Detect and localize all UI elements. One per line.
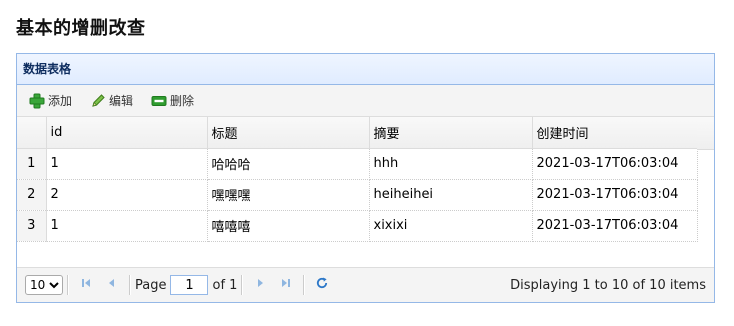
page-count-label: of 1	[212, 277, 238, 293]
cell-id: 2	[46, 179, 208, 211]
last-page-icon	[280, 277, 292, 293]
row-number: 2	[17, 179, 47, 211]
first-page-button[interactable]	[73, 274, 99, 296]
cell-title: 嘿嘿嘿	[207, 179, 370, 211]
table-row[interactable]: 1 1 哈哈哈 hhh 2021-03-17T06:03:04	[17, 148, 698, 180]
delete-button[interactable]: 删除	[147, 90, 198, 112]
add-icon	[29, 93, 45, 109]
data-grid: id 标题 摘要 创建时间 1 1 哈哈哈 hhh 2021-03-17T06:…	[17, 117, 714, 268]
prev-page-icon	[106, 277, 118, 293]
row-number: 3	[17, 210, 47, 242]
last-page-button[interactable]	[273, 274, 299, 296]
table-row[interactable]: 2 2 嘿嘿嘿 heiheihei 2021-03-17T06:03:04	[17, 179, 698, 211]
table-header-row: id 标题 摘要 创建时间	[17, 117, 698, 149]
row-number: 1	[17, 148, 47, 180]
column-header-summary[interactable]: 摘要	[369, 117, 533, 149]
page-title: 基本的增删改查	[16, 18, 146, 39]
edit-button[interactable]: 编辑	[86, 90, 137, 112]
toolbar: 添加 编辑 删除	[17, 85, 714, 117]
cell-summary: hhh	[369, 148, 533, 180]
cell-summary: xixixi	[369, 210, 533, 242]
page-label: Page	[135, 277, 167, 293]
cell-created: 2021-03-17T06:03:04	[532, 148, 698, 180]
cell-id: 1	[46, 148, 208, 180]
cell-title: 嘻嘻嘻	[207, 210, 370, 242]
next-page-icon	[254, 277, 266, 293]
add-label: 添加	[48, 94, 73, 108]
pager-separator	[303, 275, 306, 295]
cell-created: 2021-03-17T06:03:04	[532, 210, 698, 242]
cell-title: 哈哈哈	[207, 148, 370, 180]
column-header-id[interactable]: id	[46, 117, 208, 149]
column-header-title[interactable]: 标题	[207, 117, 370, 149]
remove-icon	[151, 93, 167, 109]
pencil-icon	[90, 93, 106, 109]
cell-summary: heiheihei	[369, 179, 533, 211]
add-button[interactable]: 添加	[25, 90, 76, 112]
refresh-icon	[315, 276, 329, 294]
delete-label: 删除	[170, 94, 195, 108]
cell-id: 1	[46, 210, 208, 242]
datagrid-panel: 数据表格 添加 编辑 删除 id 标题 摘要 创建时间 1 1 哈哈哈 hhh …	[16, 53, 715, 303]
pager-separator	[129, 275, 131, 295]
header-rownum-cell	[17, 117, 47, 149]
pager-separator	[241, 275, 244, 295]
page-number-input[interactable]	[170, 275, 209, 295]
pagination-info: Displaying 1 to 10 of 10 items	[510, 277, 706, 293]
panel-title: 数据表格	[17, 54, 714, 85]
column-header-created[interactable]: 创建时间	[532, 117, 698, 149]
page-size-select[interactable]: 10	[25, 275, 63, 295]
header-filler	[697, 117, 714, 150]
pagination-bar: 10 Page of 1	[17, 267, 714, 302]
table-row[interactable]: 3 1 嘻嘻嘻 xixixi 2021-03-17T06:03:04	[17, 210, 698, 242]
pager-separator	[67, 275, 69, 295]
first-page-icon	[80, 277, 92, 293]
cell-created: 2021-03-17T06:03:04	[532, 179, 698, 211]
refresh-button[interactable]	[309, 274, 335, 296]
edit-label: 编辑	[109, 94, 134, 108]
prev-page-button[interactable]	[99, 274, 125, 296]
next-page-button[interactable]	[247, 274, 273, 296]
